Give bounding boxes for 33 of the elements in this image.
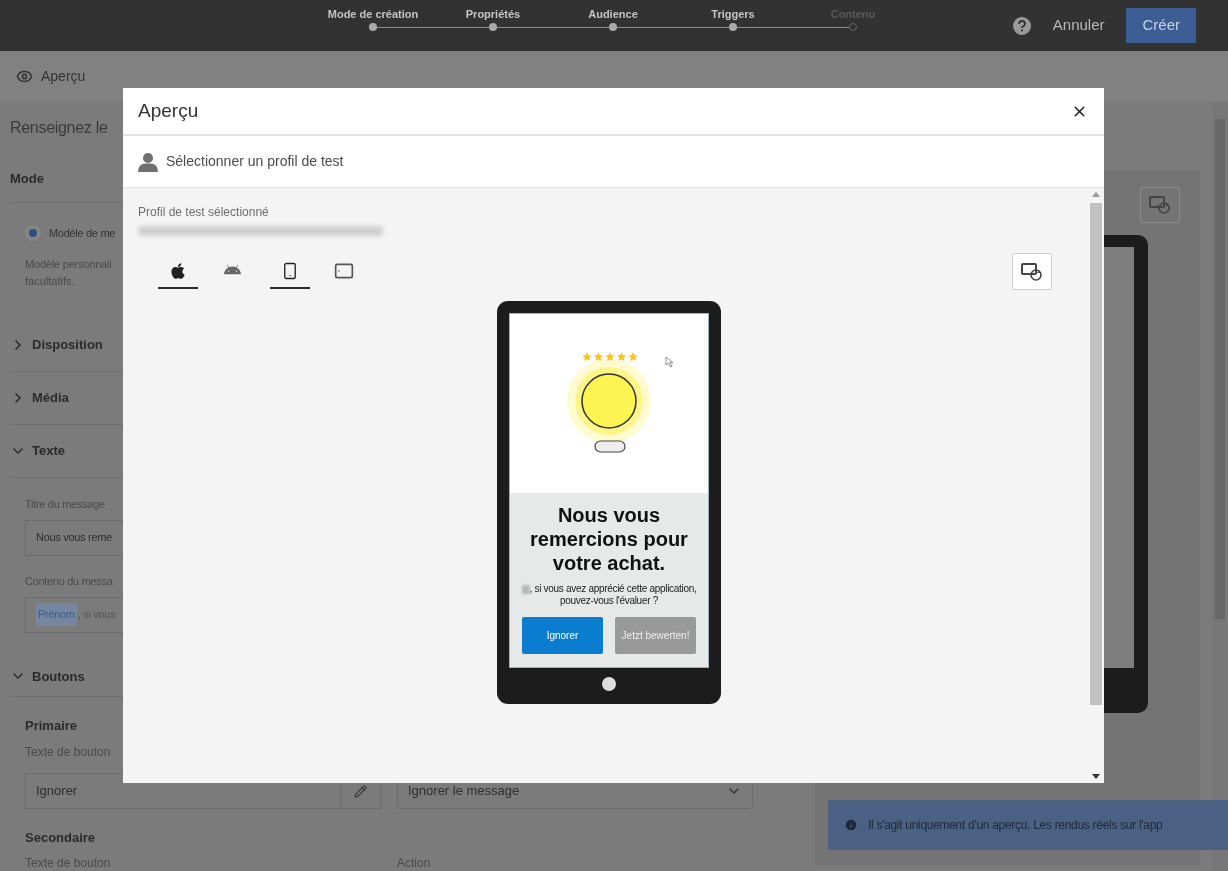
info-icon (844, 818, 858, 832)
info-banner: Il s'agit uniquement d'un aperçu. Les rendus réels sur l'app (828, 800, 1228, 850)
message-body: , si vous avez apprécié cette application, pouvez-vous l'évaluer ? (516, 583, 702, 607)
cancel-button[interactable]: Annuler (1052, 14, 1105, 37)
message-button[interactable]: Ignorer (522, 617, 603, 654)
pencil-icon (354, 784, 367, 798)
create-button[interactable]: Créer (1126, 8, 1196, 43)
scroll-down-arrow-icon[interactable] (1092, 774, 1100, 779)
subsection-heading: Secondaire (25, 830, 97, 846)
step-label[interactable]: Triggers (711, 7, 755, 21)
section-heading: Mode (10, 171, 44, 186)
scroll-up-arrow-icon[interactable] (1092, 192, 1100, 197)
step-label[interactable]: Audience (588, 7, 638, 21)
message-button[interactable]: Jetzt bewerten! (615, 617, 696, 654)
apple-icon (169, 261, 187, 280)
profile-label: Profil de test sélectionné (138, 204, 270, 220)
page-scrollbar[interactable] (1212, 101, 1228, 871)
step-label[interactable]: Propriétés (465, 7, 521, 21)
user-icon (138, 151, 158, 172)
phone-icon (281, 261, 299, 280)
profile-picker-link[interactable]: Sélectionner un profil de test (166, 151, 344, 172)
rotate-button[interactable] (1012, 253, 1052, 290)
help-icon[interactable] (1012, 16, 1031, 35)
screen-rotate-icon (1021, 261, 1043, 282)
screen-rotate-icon (1149, 195, 1171, 215)
field-value: Nous vous reme (36, 530, 112, 546)
radio-button[interactable] (25, 225, 41, 242)
message-title: Nous vous remercions pour votre achat. (529, 503, 689, 575)
step-label[interactable]: Mode de création (327, 7, 419, 21)
dialog-title: Aperçu (138, 98, 199, 123)
subsection-heading: Primaire (25, 718, 79, 734)
form-title: Renseignez le (10, 118, 108, 138)
radio-label: Modèle de me (49, 226, 116, 241)
